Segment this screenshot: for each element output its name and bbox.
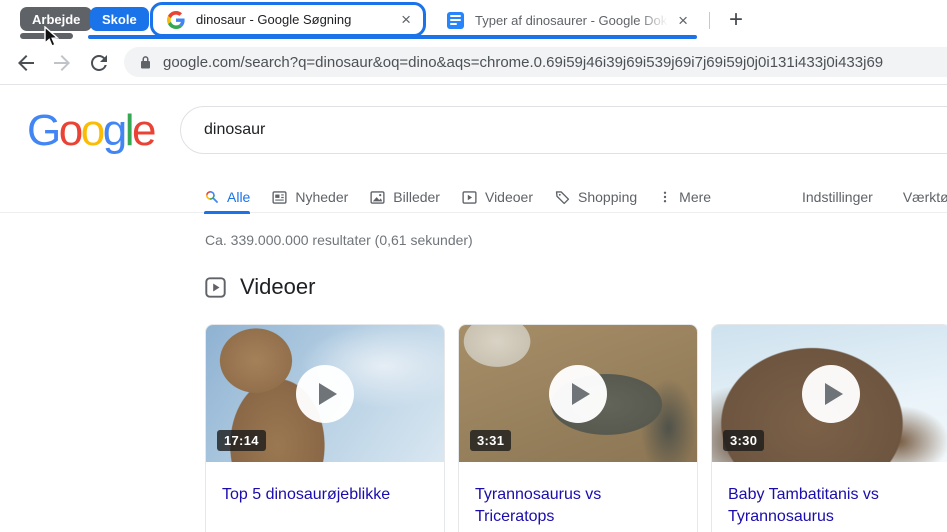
- videos-section-header: Videoer: [204, 274, 315, 300]
- forward-icon[interactable]: [50, 51, 74, 75]
- news-icon: [272, 190, 287, 204]
- nav-tab-label: Alle: [227, 189, 251, 205]
- nav-tab-mere[interactable]: Mere: [658, 181, 711, 213]
- tag-icon: [555, 190, 570, 204]
- tab-separator: [709, 12, 710, 29]
- lock-icon[interactable]: [139, 55, 152, 70]
- nav-tab-label: Nyheder: [295, 189, 349, 205]
- logo-letter: g: [102, 106, 127, 155]
- play-icon[interactable]: [549, 364, 607, 423]
- video-results-row: 17:14 Top 5 dinosaurøjeblikke 3:31 Tyran…: [205, 324, 947, 532]
- nav-tab-videoer[interactable]: Videoer: [461, 181, 533, 213]
- video-thumbnail[interactable]: 3:30: [712, 325, 947, 462]
- play-icon[interactable]: [296, 364, 354, 423]
- video-icon: [462, 190, 477, 204]
- logo-letter: e: [131, 106, 156, 155]
- video-duration-badge: 3:31: [470, 430, 512, 451]
- nav-tab-label: Mere: [679, 189, 712, 205]
- new-tab-button[interactable]: +: [722, 6, 750, 34]
- address-bar[interactable]: google.com/search?q=dinosaur&oq=dino&aqs…: [124, 47, 947, 77]
- tab-group-underline-arbejde: [20, 33, 73, 39]
- nav-tab-shopping[interactable]: Shopping: [554, 181, 637, 213]
- video-title-link[interactable]: Top 5 dinosaurøjeblikke: [206, 462, 444, 506]
- tab-group-label: Skole: [102, 11, 137, 27]
- videos-section-title: Videoer: [240, 274, 316, 299]
- video-thumbnail[interactable]: 17:14: [206, 325, 444, 462]
- tab-group-label: Arbejde: [32, 11, 81, 27]
- search-results-page: Google dinosaur Alle Nyheder Billeder Vi…: [0, 86, 947, 532]
- results-nav-bar: Alle Nyheder Billeder Videoer Shopping M…: [0, 181, 947, 214]
- search-icon: [206, 191, 218, 203]
- video-thumbnail[interactable]: 3:31: [459, 325, 697, 462]
- nav-tab-billeder[interactable]: Billeder: [369, 181, 440, 213]
- videos-header-icon: [205, 276, 226, 298]
- url-text: google.com/search?q=dinosaur&oq=dino&aqs…: [163, 53, 884, 71]
- back-icon[interactable]: [14, 51, 38, 75]
- tools-link[interactable]: Værktøj: [903, 181, 947, 213]
- images-icon: [370, 190, 385, 204]
- logo-letter: l: [124, 106, 135, 155]
- nav-tab-label: Billeder: [393, 189, 440, 205]
- video-duration-badge: 17:14: [217, 430, 266, 451]
- tab-strip: Arbejde Skole dinosaur - Google Søgning …: [0, 0, 947, 40]
- video-card[interactable]: 17:14 Top 5 dinosaurøjeblikke: [205, 324, 445, 532]
- play-icon[interactable]: [802, 364, 860, 423]
- settings-link[interactable]: Indstillinger: [802, 181, 873, 213]
- close-icon[interactable]: ×: [397, 9, 415, 30]
- browser-window: Arbejde Skole dinosaur - Google Søgning …: [0, 0, 947, 532]
- tab-group-chip-skole[interactable]: Skole: [90, 7, 149, 31]
- logo-letter: o: [80, 106, 105, 155]
- search-input[interactable]: dinosaur: [180, 106, 947, 154]
- docs-favicon-icon: [447, 11, 464, 29]
- result-stats: Ca. 339.000.000 resultater (0,61 sekunde…: [205, 232, 473, 248]
- tab-google-search[interactable]: dinosaur - Google Søgning ×: [150, 2, 426, 37]
- browser-toolbar: google.com/search?q=dinosaur&oq=dino&aqs…: [0, 40, 947, 85]
- nav-tab-alle[interactable]: Alle: [204, 181, 251, 214]
- video-title-link[interactable]: Tyrannosaurus vs Triceratops: [459, 462, 697, 527]
- tab-title: Typer af dinosaurer - Google Dok: [475, 12, 668, 28]
- nav-tab-nyheder[interactable]: Nyheder: [271, 181, 348, 213]
- more-vertical-icon: [663, 191, 667, 203]
- tab-google-docs[interactable]: Typer af dinosaurer - Google Dok ×: [434, 4, 698, 36]
- tab-title: dinosaur - Google Søgning: [196, 12, 352, 27]
- video-duration-badge: 3:30: [723, 430, 765, 451]
- logo-letter: o: [58, 106, 83, 155]
- video-card[interactable]: 3:31 Tyrannosaurus vs Triceratops: [458, 324, 698, 532]
- google-favicon-icon: [167, 10, 185, 29]
- reload-icon[interactable]: [87, 51, 111, 75]
- google-logo[interactable]: Google: [27, 106, 156, 156]
- close-icon[interactable]: ×: [674, 10, 692, 31]
- nav-tab-label: Videoer: [484, 189, 533, 205]
- search-query-text: dinosaur: [204, 121, 266, 138]
- logo-letter: G: [27, 106, 61, 155]
- tab-group-chip-arbejde[interactable]: Arbejde: [20, 7, 93, 31]
- video-card[interactable]: 3:30 Baby Tambatitanis vs Tyrannosaurus: [711, 324, 947, 532]
- video-title-link[interactable]: Baby Tambatitanis vs Tyrannosaurus: [712, 462, 947, 527]
- nav-tab-label: Shopping: [578, 189, 638, 205]
